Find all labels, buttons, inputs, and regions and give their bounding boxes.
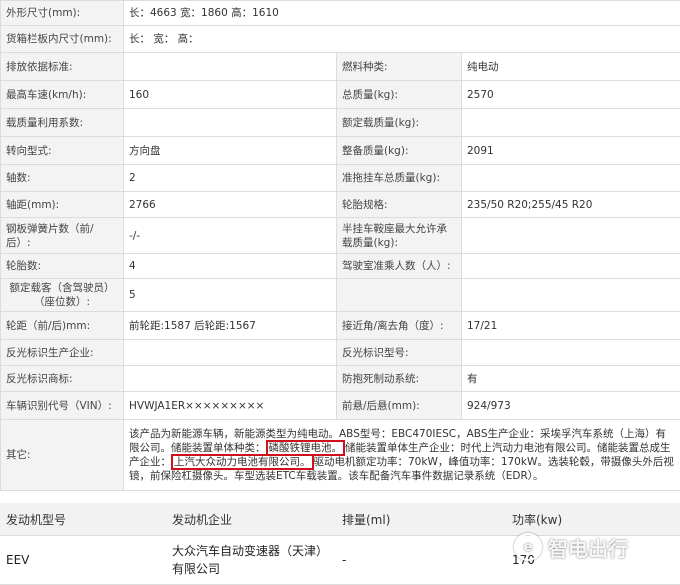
spec-row: 货箱栏板内尺寸(mm):长： 宽： 高：	[1, 26, 680, 53]
spec-label: 防抱死制动系统:	[337, 366, 462, 392]
spec-label: 接近角/离去角（度）:	[337, 312, 462, 340]
spec-value	[462, 165, 680, 192]
spec-label: 外形尺寸(mm):	[1, 1, 124, 26]
engine-table-header: 发动机型号 发动机企业 排量(ml) 功率(kw)	[0, 503, 680, 536]
spec-row: 车辆识别代号（VIN）:HVWJA1ER×××××××××前悬/后悬(mm):9…	[1, 392, 680, 420]
spec-row: 轴距(mm):2766轮胎规格:235/50 R20;255/45 R20	[1, 192, 680, 218]
spec-row: 最高车速(km/h):160总质量(kg):2570	[1, 81, 680, 109]
spec-value: 924/973	[462, 392, 680, 420]
spec-value: 2570	[462, 81, 680, 109]
spec-value: 4	[124, 254, 337, 279]
spec-label: 最高车速(km/h):	[1, 81, 124, 109]
spec-row: 轮胎数:4驾驶室准乘人数（人）:	[1, 254, 680, 279]
spec-value: 17/21	[462, 312, 680, 340]
spec-value	[124, 366, 337, 392]
highlight-battery-maker: 上汽大众动力电池有限公司。	[171, 454, 314, 470]
engine-model: EEV	[0, 536, 166, 585]
spec-row-other: 其它:该产品为新能源车辆，新能源类型为纯电动。ABS型号：EBC470IESC，…	[1, 420, 680, 491]
spec-value: 2766	[124, 192, 337, 218]
spec-value	[124, 340, 337, 366]
spec-label: 轮距（前/后)mm:	[1, 312, 124, 340]
spec-label: 准拖挂车总质量(kg):	[337, 165, 462, 192]
spec-row: 反光标识生产企业: 反光标识型号:	[1, 340, 680, 366]
spec-label: 反光标识型号:	[337, 340, 462, 366]
spec-value	[462, 109, 680, 137]
spec-label: 整备质量(kg):	[337, 137, 462, 165]
spec-value: 2091	[462, 137, 680, 165]
spec-row: 反光标识商标: 防抱死制动系统:有	[1, 366, 680, 392]
spec-value	[462, 279, 680, 312]
spec-value	[462, 340, 680, 366]
spec-label: 轴数:	[1, 165, 124, 192]
spec-row: 轴数:2准拖挂车总质量(kg):	[1, 165, 680, 192]
spec-label: 额定载客（含驾驶员）（座位数）:	[1, 279, 124, 312]
spec-label: 总质量(kg):	[337, 81, 462, 109]
spec-value: 160	[124, 81, 337, 109]
spec-label: 转向型式:	[1, 137, 124, 165]
spec-label: 反光标识生产企业:	[1, 340, 124, 366]
engine-displacement: -	[336, 536, 506, 585]
spec-label: 排放依据标准:	[1, 53, 124, 81]
spec-label: 前悬/后悬(mm):	[337, 392, 462, 420]
spec-row: 钢板弹簧片数（前/后）:-/-半挂车鞍座最大允许承载质量(kg):	[1, 218, 680, 254]
vehicle-spec-table: 外形尺寸(mm):长：4663 宽：1860 高：1610货箱栏板内尺寸(mm)…	[0, 0, 680, 491]
engine-company: 大众汽车自动变速器（天津）有限公司	[166, 536, 336, 585]
spec-label: 轴距(mm):	[1, 192, 124, 218]
spec-row: 转向型式:方向盘整备质量(kg):2091	[1, 137, 680, 165]
other-label: 其它:	[1, 420, 124, 491]
spec-label: 车辆识别代号（VIN）:	[1, 392, 124, 420]
spec-row: 轮距（前/后)mm:前轮距:1587 后轮距:1567接近角/离去角（度）:17…	[1, 312, 680, 340]
header-engine-company: 发动机企业	[166, 503, 336, 536]
header-displacement: 排量(ml)	[336, 503, 506, 536]
spec-value: 方向盘	[124, 137, 337, 165]
watermark: e 智电出行	[514, 532, 654, 562]
spec-row: 外形尺寸(mm):长：4663 宽：1860 高：1610	[1, 1, 680, 26]
spec-label	[337, 279, 462, 312]
spec-label: 反光标识商标:	[1, 366, 124, 392]
spec-value: 长：4663 宽：1860 高：1610	[124, 1, 680, 26]
spec-value: 前轮距:1587 后轮距:1567	[124, 312, 337, 340]
spec-label: 货箱栏板内尺寸(mm):	[1, 26, 124, 53]
spec-label: 半挂车鞍座最大允许承载质量(kg):	[337, 218, 462, 254]
spec-label: 钢板弹簧片数（前/后）:	[1, 218, 124, 254]
spec-value: 2	[124, 165, 337, 192]
spec-value: -/-	[124, 218, 337, 254]
spec-value: 5	[124, 279, 337, 312]
other-notes: 该产品为新能源车辆，新能源类型为纯电动。ABS型号：EBC470IESC，ABS…	[124, 420, 680, 491]
spec-value	[462, 218, 680, 254]
spec-value: 有	[462, 366, 680, 392]
spec-value: 长： 宽： 高：	[124, 26, 680, 53]
spec-row: 排放依据标准: 燃料种类:纯电动	[1, 53, 680, 81]
spec-value: 纯电动	[462, 53, 680, 81]
spec-value	[462, 254, 680, 279]
spec-row: 载质量利用系数: 额定载质量(kg):	[1, 109, 680, 137]
header-engine-model: 发动机型号	[0, 503, 166, 536]
spec-value	[124, 109, 337, 137]
spec-label: 轮胎规格:	[337, 192, 462, 218]
spec-label: 驾驶室准乘人数（人）:	[337, 254, 462, 279]
spec-label: 燃料种类:	[337, 53, 462, 81]
spec-label: 轮胎数:	[1, 254, 124, 279]
spec-label: 载质量利用系数:	[1, 109, 124, 137]
watermark-text: 智电出行	[548, 533, 628, 562]
spec-row: 额定载客（含驾驶员）（座位数）:5	[1, 279, 680, 312]
watermark-logo-icon: e	[514, 533, 542, 561]
page: 外形尺寸(mm):长：4663 宽：1860 高：1610货箱栏板内尺寸(mm)…	[0, 0, 680, 584]
spec-value: 235/50 R20;255/45 R20	[462, 192, 680, 218]
header-power: 功率(kw)	[506, 503, 680, 536]
spec-value: HVWJA1ER×××××××××	[124, 392, 337, 420]
spec-label: 额定载质量(kg):	[337, 109, 462, 137]
spec-value	[124, 53, 337, 81]
